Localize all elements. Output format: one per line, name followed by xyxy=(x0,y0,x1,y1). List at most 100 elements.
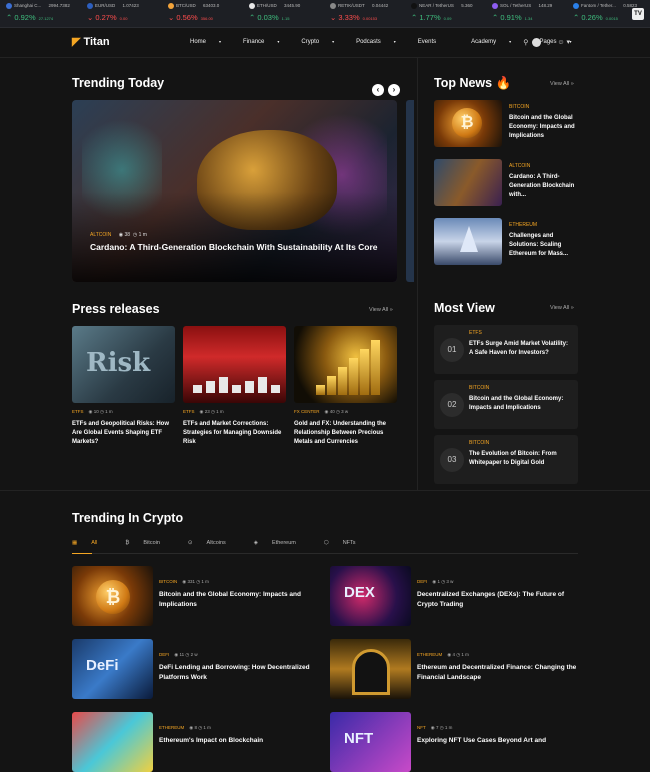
ticker-item[interactable]: ETH/USD 3445.90 ⌃ 0.03% 1.15 xyxy=(249,3,300,22)
top-news-view-all[interactable]: View All » xyxy=(550,81,574,87)
crypto-image[interactable]: ₿ xyxy=(72,566,153,626)
most-view-category[interactable]: ETFS xyxy=(469,330,482,336)
press-category[interactable]: ETFS xyxy=(183,409,195,414)
tab-altcoins[interactable]: ⊙ Altcoins xyxy=(188,540,240,546)
ticker-change-value: 1.77% xyxy=(419,13,441,22)
most-view-title[interactable]: The Evolution of Bitcoin: From Whitepape… xyxy=(469,450,573,468)
press-title[interactable]: ETFs and Geopolitical Risks: How Are Glo… xyxy=(72,420,175,447)
top-news-heading: Top News 🔥 xyxy=(434,76,511,91)
most-view-category[interactable]: BITCOIN xyxy=(469,440,489,446)
prev-arrow-icon[interactable]: ‹ xyxy=(372,84,384,96)
top-news-image[interactable] xyxy=(434,159,502,206)
ticker-price: 1.07423 xyxy=(122,3,139,9)
tab-bitcoin[interactable]: ₿ Bitcoin xyxy=(125,540,174,546)
top-news-title[interactable]: Bitcoin and the Global Economy: Impacts … xyxy=(509,114,581,141)
crypto-category[interactable]: ETHEREUM xyxy=(159,725,184,730)
press-category[interactable]: ETFS xyxy=(72,409,84,414)
search-icon[interactable]: ⚲ xyxy=(523,39,528,46)
press-image-text: Risk xyxy=(86,348,151,378)
crypto-meta: ETHEREUM ◉ 4 ◷ 1 m xyxy=(417,652,469,658)
ticker-change: ⌃ 0.03% 1.15 xyxy=(249,13,300,22)
top-news-category[interactable]: ETHEREUM xyxy=(509,222,537,228)
top-news-category[interactable]: BITCOIN xyxy=(509,104,529,110)
tab-nfts[interactable]: ⬡ NFTs xyxy=(324,540,370,546)
next-arrow-icon[interactable]: › xyxy=(388,84,400,96)
ticker-item[interactable]: RETIK/USDT 0.04442 ⌄ 3.33% 0.00153 xyxy=(330,3,388,22)
next-slide-peek[interactable] xyxy=(406,100,414,282)
crypto-title[interactable]: Ethereum's Impact on Blockchain xyxy=(159,736,321,746)
press-image[interactable] xyxy=(183,326,286,403)
most-view-title[interactable]: Bitcoin and the Global Economy: Impacts … xyxy=(469,395,573,413)
nav-item-home[interactable]: Home ▾ xyxy=(190,39,232,45)
most-view-category[interactable]: BITCOIN xyxy=(469,385,489,391)
top-news-category[interactable]: ALTCOIN xyxy=(509,163,530,169)
crypto-category[interactable]: NFT xyxy=(417,725,426,730)
ticker-item[interactable]: SOL / TetherUS 148.29 ⌃ 0.91% 1.34 xyxy=(492,3,552,22)
ticker-item[interactable]: BTC/USD 63403.0 ⌄ 0.56% 356.00 xyxy=(168,3,219,22)
hero-slide[interactable]: ALTCOIN ◉ 38 ◷ 1 m Cardano: A Third-Gene… xyxy=(72,100,397,282)
press-release-card[interactable]: FX CENTER ◉ 40 ◷ 3 w Gold and FX: Understa… xyxy=(294,326,397,447)
press-view-all[interactable]: View All » xyxy=(369,307,393,313)
tab-ethereum[interactable]: ◈ Ethereum xyxy=(254,540,310,546)
crypto-article[interactable]: ETHEREUM ◉ 8 ◷ 1 m Ethereum's Impact on Bl… xyxy=(72,712,322,772)
crypto-image[interactable] xyxy=(72,712,153,772)
crypto-image[interactable] xyxy=(330,639,411,699)
crypto-title[interactable]: Bitcoin and the Global Economy: Impacts … xyxy=(159,590,321,610)
nav-item-crypto[interactable]: Crypto ▾ xyxy=(301,39,345,45)
ticker-item[interactable]: Fantom / Tether... 0.5823 ⌃ 0.26% 0.0015 xyxy=(573,3,637,22)
most-view-item[interactable]: 03 BITCOIN The Evolution of Bitcoin: From … xyxy=(434,435,578,484)
crypto-category[interactable]: ETHEREUM xyxy=(417,652,442,657)
top-news-image[interactable] xyxy=(434,218,502,265)
crypto-category[interactable]: DEFI xyxy=(159,652,169,657)
crypto-image[interactable]: DEX xyxy=(330,566,411,626)
crypto-category[interactable]: DEFI xyxy=(417,579,427,584)
hero-title[interactable]: Cardano: A Third-Generation Blockchain W… xyxy=(90,241,380,254)
top-news-title[interactable]: Cardano: A Third-Generation Blockchain w… xyxy=(509,173,581,200)
ticker-item[interactable]: EUR/USD 1.07423 ⌄ 0.27% 0.00 xyxy=(87,3,139,22)
crypto-views: 331 xyxy=(187,579,195,584)
crypto-title[interactable]: Exploring NFT Use Cases Beyond Art and xyxy=(417,736,579,746)
press-title[interactable]: Gold and FX: Understanding the Relations… xyxy=(294,420,397,447)
crypto-article[interactable]: ETHEREUM ◉ 4 ◷ 1 m Ethereum and Decentrali… xyxy=(330,639,580,699)
brand-logo[interactable]: ◤ Titan xyxy=(72,35,110,48)
theme-toggle[interactable] xyxy=(532,38,542,47)
most-view-item[interactable]: 01 ETFS ETFs Surge Amid Market Volatility:… xyxy=(434,325,578,374)
press-title[interactable]: ETFs and Market Corrections: Strategies … xyxy=(183,420,286,447)
user-icon[interactable]: ☺ ▾ xyxy=(557,39,570,46)
top-news-image[interactable]: ₿ xyxy=(434,100,502,147)
ticker-name: ETH/USD xyxy=(257,3,277,9)
crypto-article[interactable]: ₿ BITCOIN ◉ 331 ◷ 1 m Bitcoin and the Globa… xyxy=(72,566,322,626)
crypto-title[interactable]: DeFi Lending and Borrowing: How Decentra… xyxy=(159,663,321,683)
hero-category[interactable]: ALTCOIN xyxy=(90,232,111,238)
crypto-article[interactable]: DeFi DEFI ◉ 11 ◷ 2 w DeFi Lending and Borro… xyxy=(72,639,322,699)
nav-item-events[interactable]: Events xyxy=(418,39,460,45)
most-view-item[interactable]: 02 BITCOIN Bitcoin and the Global Economy:… xyxy=(434,380,578,429)
tradingview-logo[interactable]: TV xyxy=(632,8,644,20)
most-view-title[interactable]: ETFs Surge Amid Market Volatility: A Saf… xyxy=(469,340,573,358)
ticker-item[interactable]: NEAR / TetherUS 5.360 ⌃ 1.77% 0.09 xyxy=(411,3,472,22)
nav-item-academy[interactable]: Academy ▾ xyxy=(471,39,522,45)
view-all-label: View All xyxy=(369,307,389,313)
coin-icon xyxy=(168,3,174,9)
nav-item-finance[interactable]: Finance ▾ xyxy=(243,39,290,45)
crypto-image-text: NFT xyxy=(344,730,374,747)
nav-item-podcasts[interactable]: Podcasts ▾ xyxy=(356,39,407,45)
top-news-title[interactable]: Challenges and Solutions: Scaling Ethere… xyxy=(509,232,581,259)
press-image[interactable] xyxy=(294,326,397,403)
press-category[interactable]: FX CENTER xyxy=(294,409,320,414)
crypto-article[interactable]: DEX DEFI ◉ 1 ◷ 3 w Decentralized Exchanges … xyxy=(330,566,580,626)
crypto-image[interactable]: DeFi xyxy=(72,639,153,699)
most-view-view-all[interactable]: View All » xyxy=(550,305,574,311)
press-release-card[interactable]: ETFS ◉ 23 ◷ 1 m ETFs and Market Correction… xyxy=(183,326,286,447)
crypto-article[interactable]: NFT NFT ◉ 7 ◷ 1 m Exploring NFT Use Cases B… xyxy=(330,712,580,772)
crypto-title[interactable]: Ethereum and Decentralized Finance: Chan… xyxy=(417,663,579,683)
press-release-card[interactable]: Risk ETFS ◉ 10 ◷ 1 m ETFs and Geopolitical … xyxy=(72,326,175,447)
crypto-category[interactable]: BITCOIN xyxy=(159,579,177,584)
crypto-image[interactable]: NFT xyxy=(330,712,411,772)
tab-label: Ethereum xyxy=(272,540,296,546)
press-image[interactable]: Risk xyxy=(72,326,175,403)
crypto-time: 3 w xyxy=(446,579,454,584)
crypto-title[interactable]: Decentralized Exchanges (DEXs): The Futu… xyxy=(417,590,579,610)
tab-all[interactable]: ▦ All xyxy=(72,540,111,546)
ticker-item[interactable]: Shanghai C... 2994.7382 ⌃ 0.92% 27.1274 xyxy=(6,3,70,22)
